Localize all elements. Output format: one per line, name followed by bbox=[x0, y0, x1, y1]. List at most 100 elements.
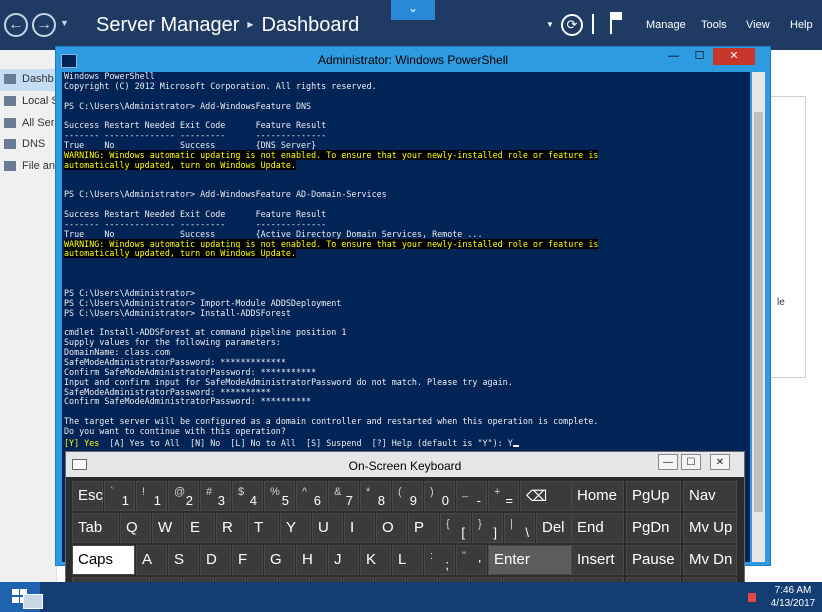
console-line: WARNING: Windows automatic updating is n… bbox=[64, 238, 599, 249]
osk-close-button[interactable]: ✕ bbox=[710, 454, 730, 470]
key-symbol[interactable]: & 7 bbox=[328, 481, 359, 511]
key-h[interactable]: H bbox=[296, 545, 327, 575]
refresh-icon[interactable]: ⟳ bbox=[561, 14, 583, 36]
key-o[interactable]: O bbox=[376, 513, 407, 543]
sidebar-item-label: File an bbox=[22, 160, 56, 172]
sidebar-item-dns[interactable]: DNS bbox=[0, 134, 56, 156]
key-symbol[interactable]: }] bbox=[472, 513, 503, 543]
key-symbol[interactable]: #3 bbox=[200, 481, 231, 511]
sidebar-item-all-servers[interactable]: All Ser bbox=[0, 113, 56, 135]
key-enter[interactable]: Enter bbox=[488, 545, 581, 575]
key-pgup[interactable]: PgUp bbox=[626, 481, 681, 511]
key-symbol[interactable]: | \ bbox=[504, 513, 535, 543]
key-u[interactable]: U bbox=[312, 513, 343, 543]
back-arrow-icon[interactable]: ← bbox=[4, 13, 28, 37]
action-center-flag-icon[interactable] bbox=[748, 593, 756, 602]
key-t[interactable]: T bbox=[248, 513, 279, 543]
sidebar-item-label: DNS bbox=[22, 138, 46, 150]
key-symbol[interactable]: {[ bbox=[440, 513, 471, 543]
key-symbol[interactable]: * 8 bbox=[360, 481, 391, 511]
key-label: Home bbox=[577, 487, 618, 504]
key-s[interactable]: S bbox=[168, 545, 199, 575]
key-symbol[interactable]: @2 bbox=[168, 481, 199, 511]
system-clock[interactable]: 7:46 AM 4/13/2017 bbox=[768, 584, 818, 610]
key-secondary-label: ; bbox=[445, 557, 449, 572]
history-dropdown-icon[interactable]: ▼ bbox=[60, 18, 69, 28]
key-symbol[interactable]: (9 bbox=[392, 481, 423, 511]
key-symbol[interactable]: + = bbox=[488, 481, 519, 511]
key-j[interactable]: J bbox=[328, 545, 359, 575]
key-mv-up[interactable]: Mv Up bbox=[683, 513, 737, 543]
key-mv-dn[interactable]: Mv Dn bbox=[683, 545, 737, 575]
osk-minimize-button[interactable]: — bbox=[658, 454, 678, 470]
server-manager-taskbar-icon[interactable] bbox=[23, 594, 43, 609]
key-pause[interactable]: Pause bbox=[626, 545, 681, 575]
key-symbol[interactable]: $4 bbox=[232, 481, 263, 511]
menu-help[interactable]: Help bbox=[790, 19, 813, 31]
key-label: + bbox=[494, 486, 501, 498]
key-symbol[interactable]: % 5 bbox=[264, 481, 295, 511]
osk-maximize-button[interactable]: ☐ bbox=[681, 454, 701, 470]
key-p[interactable]: P bbox=[408, 513, 439, 543]
menu-view[interactable]: View bbox=[746, 19, 770, 31]
menu-tools[interactable]: Tools bbox=[701, 19, 727, 31]
minimize-button[interactable]: — bbox=[661, 48, 686, 65]
key-esc[interactable]: Esc bbox=[72, 481, 103, 511]
key-pgdn[interactable]: PgDn bbox=[626, 513, 681, 543]
key-label: L bbox=[398, 551, 407, 568]
key-label: E bbox=[190, 519, 201, 536]
key-nav[interactable]: Nav bbox=[683, 481, 737, 511]
key-k[interactable]: K bbox=[360, 545, 391, 575]
key-f[interactable]: F bbox=[232, 545, 263, 575]
sidebar-item-local-server[interactable]: Local S bbox=[0, 91, 56, 113]
console-line: Success Restart Needed Exit Code Feature… bbox=[64, 209, 327, 220]
close-button[interactable]: ✕ bbox=[713, 48, 755, 65]
key-label: ! bbox=[142, 486, 146, 498]
key-caps[interactable]: Caps bbox=[72, 545, 135, 575]
key-label: G bbox=[270, 551, 282, 568]
osk-titlebar[interactable]: On-Screen Keyboard — ☐ ✕ bbox=[66, 452, 744, 477]
key-w[interactable]: W bbox=[152, 513, 183, 543]
key-insert[interactable]: Insert bbox=[571, 545, 624, 575]
chevron-down-icon[interactable]: ⌄ bbox=[391, 0, 435, 20]
key-end[interactable]: End bbox=[571, 513, 624, 543]
key-label: Nav bbox=[689, 487, 716, 504]
key-tab[interactable]: Tab bbox=[72, 513, 119, 543]
key-i[interactable]: I bbox=[344, 513, 375, 543]
key-q[interactable]: Q bbox=[120, 513, 151, 543]
key-label: A bbox=[142, 551, 153, 568]
key-d[interactable]: D bbox=[200, 545, 231, 575]
notifications-dropdown-icon[interactable]: ▼ bbox=[546, 20, 554, 29]
console-line: ------- -------------- --------- -------… bbox=[64, 130, 327, 141]
key-label: _ bbox=[462, 486, 469, 498]
key-r[interactable]: R bbox=[216, 513, 247, 543]
vertical-scrollbar[interactable] bbox=[752, 72, 765, 562]
sidebar-item-file-storage[interactable]: File an bbox=[0, 156, 56, 178]
key-symbol[interactable]: _ - bbox=[456, 481, 487, 511]
key-symbol[interactable]: " ' bbox=[456, 545, 487, 575]
key-symbol[interactable]: ! 1 bbox=[136, 481, 167, 511]
key-symbol[interactable]: :; bbox=[424, 545, 455, 575]
key-symbol[interactable]: ` 1 bbox=[104, 481, 135, 511]
key-symbol[interactable]: ^ 6 bbox=[296, 481, 327, 511]
key-e[interactable]: E bbox=[184, 513, 215, 543]
panel-text-fragment: le bbox=[777, 297, 785, 308]
scrollbar-thumb[interactable] bbox=[754, 112, 763, 512]
console-line: Input and confirm input for SafeModeAdmi… bbox=[64, 376, 513, 387]
menu-manage[interactable]: Manage bbox=[646, 19, 686, 31]
key-label: @ bbox=[174, 486, 186, 498]
key-label: F bbox=[238, 551, 248, 568]
forward-arrow-icon[interactable]: → bbox=[32, 13, 56, 37]
key-symbol[interactable]: ) 0 bbox=[424, 481, 455, 511]
key-home[interactable]: Home bbox=[571, 481, 624, 511]
key-y[interactable]: Y bbox=[280, 513, 311, 543]
key-g[interactable]: G bbox=[264, 545, 295, 575]
sidebar-item-dashboard[interactable]: Dashb bbox=[0, 69, 56, 91]
key-a[interactable]: A bbox=[136, 545, 167, 575]
key-l[interactable]: L bbox=[392, 545, 423, 575]
key-label: % bbox=[270, 486, 280, 498]
flag-icon[interactable] bbox=[610, 12, 622, 34]
prompt-options: [A] Yes to All [N] No [L] No to All [S] … bbox=[99, 437, 513, 448]
maximize-button[interactable]: ☐ bbox=[687, 48, 712, 65]
key-label: Mv Up bbox=[689, 519, 733, 536]
